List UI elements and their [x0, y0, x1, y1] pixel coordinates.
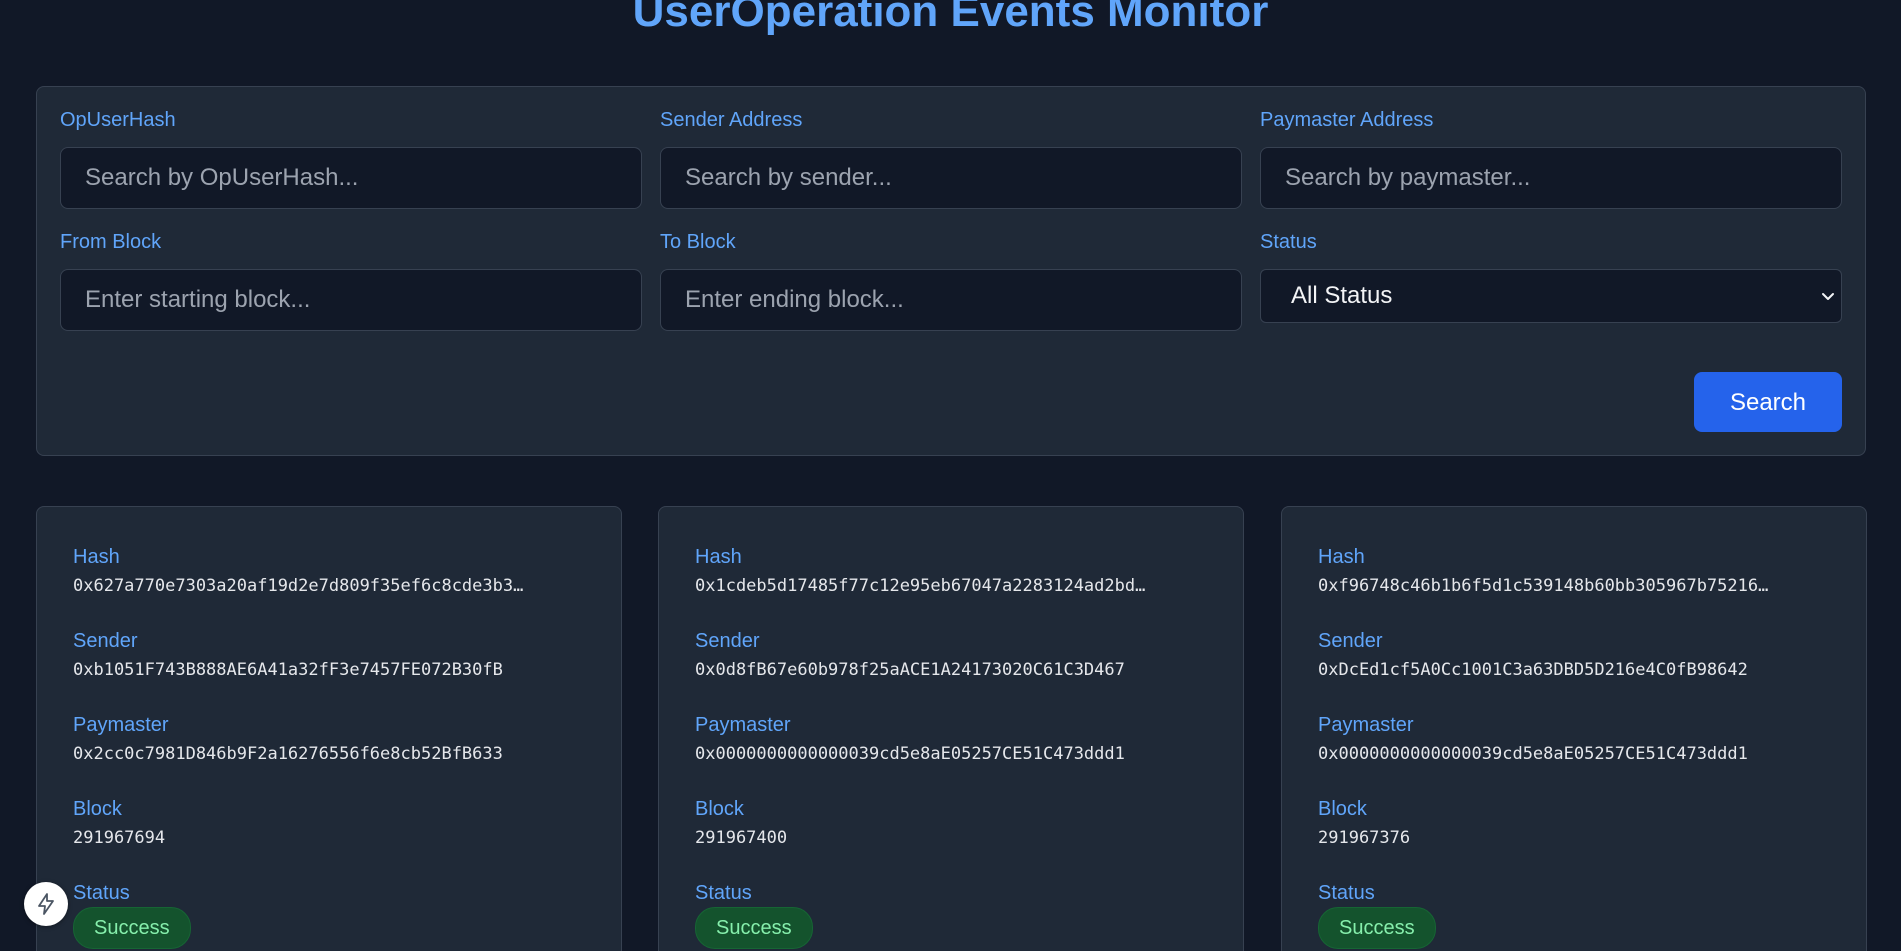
block-row: Block 291967400 — [695, 797, 1207, 850]
to-block-input[interactable] — [660, 269, 1242, 331]
status-badge: Success — [1318, 907, 1436, 949]
status-label: Status — [1260, 231, 1317, 253]
status-select[interactable]: All Status — [1260, 269, 1842, 323]
status-badge: Success — [695, 907, 813, 949]
block-label: Block — [73, 798, 122, 820]
sender-row: Sender 0x0d8fB67e60b978f25aACE1A24173020… — [695, 629, 1207, 682]
status-field: Status All Status — [1260, 230, 1842, 323]
op-user-hash-field: OpUserHash — [60, 108, 642, 209]
status-badge: Success — [73, 907, 191, 949]
sender-row: Sender 0xb1051F743B888AE6A41a32fF3e7457F… — [73, 629, 585, 682]
paymaster-address-field: Paymaster Address — [1260, 108, 1842, 209]
sender-value: 0xb1051F743B888AE6A41a32fF3e7457FE072B30… — [73, 660, 503, 680]
sender-row: Sender 0xDcEd1cf5A0Cc1001C3a63DBD5D216e4… — [1318, 629, 1830, 682]
status-select-value: All Status — [1291, 282, 1393, 309]
paymaster-value: 0x0000000000000039cd5e8aE05257CE51C473dd… — [695, 744, 1125, 764]
paymaster-row: Paymaster 0x0000000000000039cd5e8aE05257… — [695, 713, 1207, 766]
event-card: Hash 0x1cdeb5d17485f77c12e95eb67047a2283… — [658, 506, 1244, 951]
sender-label: Sender — [1318, 630, 1383, 652]
op-user-hash-label: OpUserHash — [60, 109, 176, 131]
sender-value: 0x0d8fB67e60b978f25aACE1A24173020C61C3D4… — [695, 660, 1125, 680]
page: UserOperation Events Monitor OpUserHash … — [0, 0, 1901, 951]
paymaster-label: Paymaster — [73, 714, 169, 736]
hash-label: Hash — [73, 546, 120, 568]
paymaster-label: Paymaster — [695, 714, 791, 736]
block-label: Block — [695, 798, 744, 820]
hash-value: 0x1cdeb5d17485f77c12e95eb67047a2283124ad… — [695, 576, 1146, 596]
block-label: Block — [1318, 798, 1367, 820]
hash-value: 0x627a770e7303a20af19d2e7d809f35ef6c8cde… — [73, 576, 524, 596]
sender-address-field: Sender Address — [660, 108, 1242, 209]
filter-panel: OpUserHash Sender Address Paymaster Addr… — [36, 86, 1866, 456]
hash-row: Hash 0x627a770e7303a20af19d2e7d809f35ef6… — [73, 545, 585, 598]
paymaster-address-input[interactable] — [1260, 147, 1842, 209]
block-value: 291967376 — [1318, 828, 1411, 848]
status-label: Status — [1318, 882, 1375, 904]
from-block-field: From Block — [60, 230, 642, 331]
op-user-hash-input[interactable] — [60, 147, 642, 209]
status-row: Status Success — [695, 881, 1207, 949]
paymaster-value: 0x2cc0c7981D846b9F2a16276556f6e8cb52BfB6… — [73, 744, 503, 764]
status-label: Status — [695, 882, 752, 904]
status-label: Status — [73, 882, 130, 904]
paymaster-row: Paymaster 0x0000000000000039cd5e8aE05257… — [1318, 713, 1830, 766]
hash-row: Hash 0xf96748c46b1b6f5d1c539148b60bb3059… — [1318, 545, 1830, 598]
paymaster-value: 0x0000000000000039cd5e8aE05257CE51C473dd… — [1318, 744, 1748, 764]
sender-value: 0xDcEd1cf5A0Cc1001C3a63DBD5D216e4C0fB986… — [1318, 660, 1748, 680]
event-card: Hash 0xf96748c46b1b6f5d1c539148b60bb3059… — [1281, 506, 1867, 951]
from-block-label: From Block — [60, 231, 162, 253]
block-value: 291967400 — [695, 828, 788, 848]
paymaster-row: Paymaster 0x2cc0c7981D846b9F2a16276556f6… — [73, 713, 585, 766]
page-title: UserOperation Events Monitor — [632, 0, 1269, 36]
sender-label: Sender — [73, 630, 138, 652]
hash-row: Hash 0x1cdeb5d17485f77c12e95eb67047a2283… — [695, 545, 1207, 598]
from-block-input[interactable] — [60, 269, 642, 331]
hash-value: 0xf96748c46b1b6f5d1c539148b60bb305967b75… — [1318, 576, 1769, 596]
block-value: 291967694 — [73, 828, 166, 848]
hash-label: Hash — [1318, 546, 1365, 568]
paymaster-address-label: Paymaster Address — [1260, 109, 1434, 131]
block-row: Block 291967694 — [73, 797, 585, 850]
sender-label: Sender — [695, 630, 760, 652]
lightning-icon — [38, 893, 54, 915]
status-row: Status Success — [1318, 881, 1830, 949]
to-block-label: To Block — [660, 231, 736, 253]
search-button[interactable]: Search — [1694, 372, 1842, 432]
paymaster-label: Paymaster — [1318, 714, 1414, 736]
sender-address-input[interactable] — [660, 147, 1242, 209]
chevron-down-icon — [1822, 293, 1834, 300]
floating-action-button[interactable] — [24, 882, 68, 926]
to-block-field: To Block — [660, 230, 1242, 331]
event-card: Hash 0x627a770e7303a20af19d2e7d809f35ef6… — [36, 506, 622, 951]
status-row: Status Success — [73, 881, 585, 949]
sender-address-label: Sender Address — [660, 109, 803, 131]
block-row: Block 291967376 — [1318, 797, 1830, 850]
hash-label: Hash — [695, 546, 742, 568]
